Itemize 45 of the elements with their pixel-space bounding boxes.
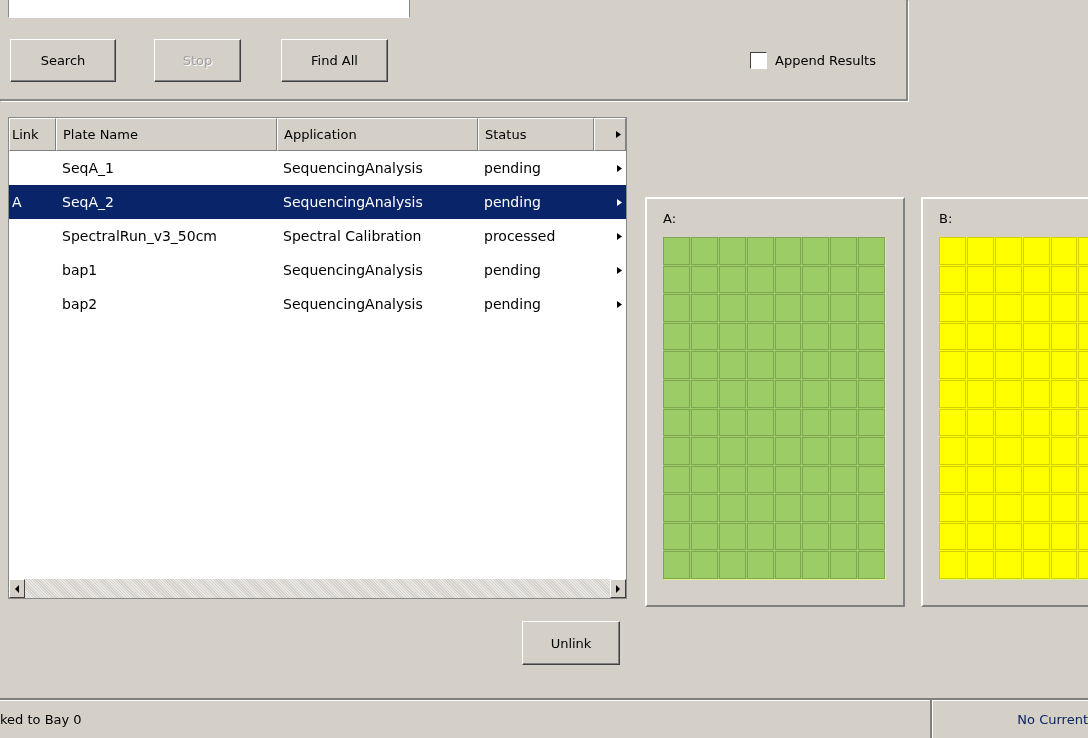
table-cell-text: bap1 xyxy=(61,262,99,278)
table-row[interactable]: SpectralRun_v3_50cm Spectral Calibration processed xyxy=(9,219,626,253)
status-message: ked to Bay 0 xyxy=(0,700,932,738)
column-header[interactable]: Application xyxy=(277,118,478,151)
arrow-right-icon xyxy=(617,198,622,206)
table-cell-text: SeqA_2 xyxy=(61,194,115,210)
column-header[interactable]: Plate Name xyxy=(56,118,277,151)
table-cell-text: pending xyxy=(483,296,542,312)
column-header[interactable]: Link xyxy=(9,118,56,151)
unlink-button[interactable]: Unlink xyxy=(522,621,620,665)
table-cell-text: SpectralRun_v3_50cm xyxy=(61,228,218,244)
run-status: No Current xyxy=(932,700,1088,738)
table-cell-text: A xyxy=(11,194,23,210)
table-cell-text: SequencingAnalysis xyxy=(282,194,424,210)
table-row[interactable]: A SeqA_2 SequencingAnalysis pending xyxy=(9,185,626,219)
table-row[interactable]: bap2 SequencingAnalysis pending xyxy=(9,287,626,321)
table-cell-text: processed xyxy=(483,228,557,244)
table-row[interactable]: SeqA_1 SequencingAnalysis pending xyxy=(9,151,626,185)
table-cell-text: SequencingAnalysis xyxy=(282,296,424,312)
append-results-checkbox[interactable]: Append Results xyxy=(750,52,876,69)
table-row[interactable]: bap1 SequencingAnalysis pending xyxy=(9,253,626,287)
table-cell-text: Spectral Calibration xyxy=(282,228,423,244)
arrow-right-icon xyxy=(616,131,621,138)
plate-label: A: xyxy=(663,211,678,228)
scroll-left-icon[interactable] xyxy=(9,579,25,598)
toolbar-button[interactable]: Search xyxy=(10,39,116,82)
toolbar-button[interactable]: Find All xyxy=(281,39,388,82)
search-field[interactable] xyxy=(8,0,410,18)
column-header[interactable]: Status xyxy=(478,118,594,151)
arrow-right-icon xyxy=(617,300,622,308)
table-cell-text: SeqA_1 xyxy=(61,160,115,176)
well-grid[interactable] xyxy=(663,237,885,579)
arrow-right-icon xyxy=(617,266,622,274)
arrow-right-icon xyxy=(617,164,622,172)
table-cell-text: pending xyxy=(483,262,542,278)
table-cell-text: SequencingAnalysis xyxy=(282,160,424,176)
table-cell-text: SequencingAnalysis xyxy=(282,262,424,278)
column-header[interactable] xyxy=(594,118,626,151)
table-cell-text: bap2 xyxy=(61,296,99,312)
horizontal-scrollbar[interactable] xyxy=(9,579,626,598)
scroll-right-icon[interactable] xyxy=(610,579,626,598)
plate-label: B: xyxy=(939,211,954,228)
arrow-right-icon xyxy=(617,232,622,240)
table-cell-text: pending xyxy=(483,160,542,176)
table-cell-text: pending xyxy=(483,194,542,210)
